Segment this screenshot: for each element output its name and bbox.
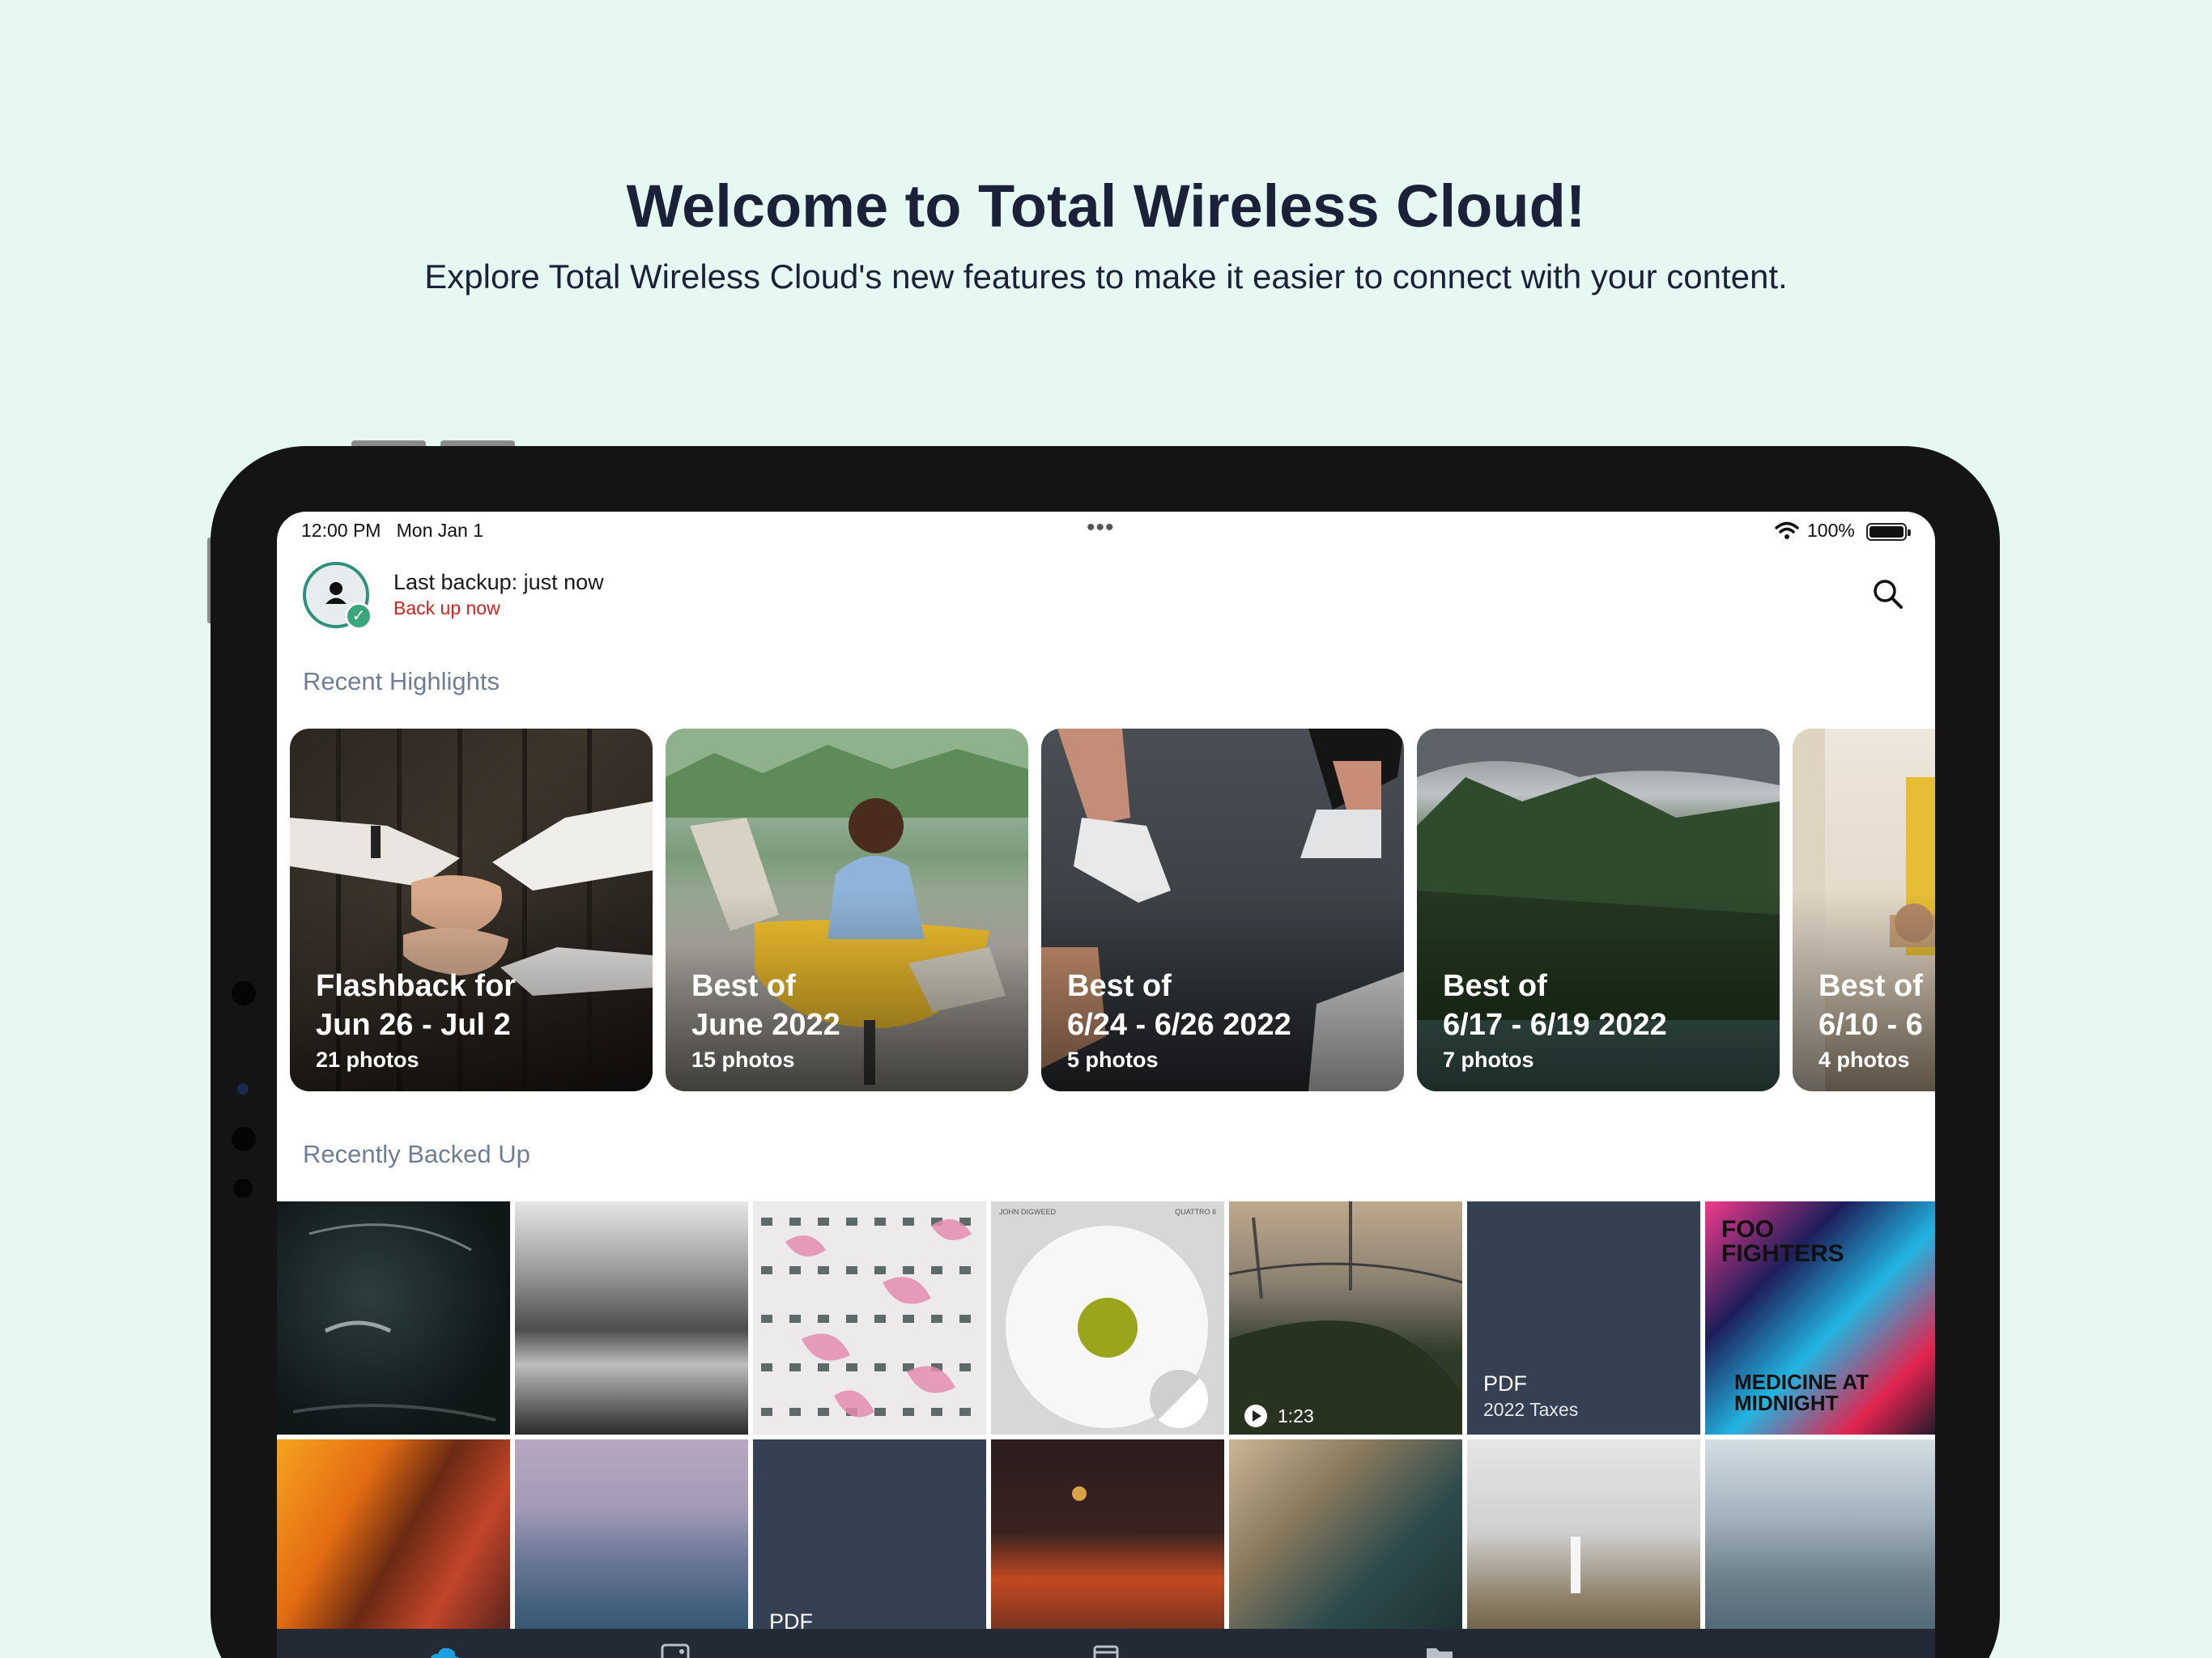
check-icon: ✓ xyxy=(345,602,372,630)
lighthouse-shape xyxy=(1571,1537,1580,1593)
album-small-disc xyxy=(1150,1370,1208,1428)
recently-backed-up-title: Recently Backed Up xyxy=(303,1140,530,1168)
folder-icon[interactable] xyxy=(1422,1643,1457,1658)
wifi-icon xyxy=(1775,521,1799,539)
backup-thumbnail[interactable] xyxy=(277,1439,510,1658)
highlight-title: Best of 6/24 - 6/26 2022 xyxy=(1067,969,1291,1042)
thumbnail-photo xyxy=(292,1223,496,1422)
pdf-thumbnail[interactable]: PDF 2022 Taxes xyxy=(1467,1201,1700,1435)
thumbnail-photo xyxy=(761,1218,972,1418)
highlight-card[interactable]: Best of 6/10 - 6 4 photos xyxy=(1793,729,1935,1091)
backup-thumbnail[interactable] xyxy=(277,1201,510,1435)
camera-dot xyxy=(232,981,256,1005)
album-dot xyxy=(1078,1298,1138,1358)
backup-thumbnail[interactable] xyxy=(1229,1439,1462,1658)
promo-subhead: Explore Total Wireless Cloud's new featu… xyxy=(424,257,1788,295)
poster-subtitle: MEDICINE AT MIDNIGHT xyxy=(1734,1370,1870,1415)
poster-title: FOO FIGHTERS xyxy=(1721,1216,1844,1267)
promo-headline: Welcome to Total Wireless Cloud! xyxy=(626,172,1586,240)
highlight-card[interactable]: Best of 6/24 - 6/26 2022 5 photos xyxy=(1041,729,1404,1091)
battery-percent: 100% xyxy=(1807,520,1855,541)
highlight-title: Best of 6/10 - 6 xyxy=(1819,969,1923,1042)
highlight-card[interactable]: Flashback for Jun 26 - Jul 2 21 photos xyxy=(290,729,653,1091)
highlight-title: Flashback for Jun 26 - Jul 2 xyxy=(316,969,517,1042)
album-title: QUATTRO II xyxy=(1175,1208,1216,1216)
video-thumbnail[interactable]: 1:23 xyxy=(1229,1201,1462,1435)
backup-thumbnail[interactable] xyxy=(515,1439,748,1658)
backup-thumbnail[interactable] xyxy=(991,1439,1224,1658)
highlight-count: 4 photos xyxy=(1819,1048,1910,1072)
battery-icon xyxy=(1866,523,1911,541)
poster-thumbnail[interactable]: FOO FIGHTERS MEDICINE AT MIDNIGHT xyxy=(1705,1201,1935,1435)
backup-thumbnail[interactable] xyxy=(1705,1439,1935,1658)
highlight-title: Best of 6/17 - 6/19 2022 xyxy=(1443,969,1667,1042)
highlight-count: 5 photos xyxy=(1067,1048,1159,1072)
sensor-dot xyxy=(232,1127,256,1151)
sensor-dot xyxy=(233,1179,253,1198)
search-icon[interactable] xyxy=(1870,576,1906,612)
recent-highlights-title: Recent Highlights xyxy=(303,667,500,695)
backup-status: Last backup: just now xyxy=(393,570,604,594)
status-bar: 12:00 PM Mon Jan 1 ••• 100% xyxy=(277,512,1935,552)
app-screen: 12:00 PM Mon Jan 1 ••• 100% ✓ Last backu… xyxy=(277,512,1935,1658)
play-icon xyxy=(1244,1405,1267,1427)
back-up-now-link[interactable]: Back up now xyxy=(393,597,500,619)
highlight-card[interactable]: Best of 6/17 - 6/19 2022 7 photos xyxy=(1417,729,1780,1091)
calendar-icon[interactable] xyxy=(1088,1643,1124,1658)
pdf-thumbnail[interactable]: PDF xyxy=(753,1439,986,1658)
thumbnail-photo xyxy=(1229,1201,1462,1435)
cloud-icon[interactable] xyxy=(428,1643,463,1658)
profile-avatar[interactable]: ✓ xyxy=(303,562,372,630)
more-icon[interactable] xyxy=(1765,1643,1801,1658)
highlight-card[interactable]: Best of June 2022 15 photos xyxy=(666,729,1028,1091)
highlight-count: 21 photos xyxy=(316,1048,419,1072)
backup-thumbnail[interactable] xyxy=(1467,1439,1700,1658)
highlight-count: 15 photos xyxy=(691,1048,795,1072)
moon-shape xyxy=(1072,1486,1087,1501)
backup-thumbnail[interactable] xyxy=(515,1201,748,1435)
multitask-dots[interactable]: ••• xyxy=(1087,514,1115,542)
album-cover-thumbnail[interactable]: JOHN DIGWEED QUATTRO II xyxy=(991,1201,1224,1435)
pdf-label: PDF xyxy=(1483,1371,1527,1396)
highlight-title: Best of June 2022 xyxy=(691,969,840,1042)
backup-thumbnail[interactable] xyxy=(753,1201,986,1435)
pdf-name: 2022 Taxes xyxy=(1483,1399,1579,1420)
video-duration: 1:23 xyxy=(1278,1405,1314,1426)
photos-icon[interactable] xyxy=(657,1643,693,1658)
album-artist: JOHN DIGWEED xyxy=(999,1208,1057,1216)
highlight-count: 7 photos xyxy=(1443,1048,1534,1072)
status-time: 12:00 PM Mon Jan 1 xyxy=(301,520,484,541)
camera-lens xyxy=(237,1083,249,1095)
